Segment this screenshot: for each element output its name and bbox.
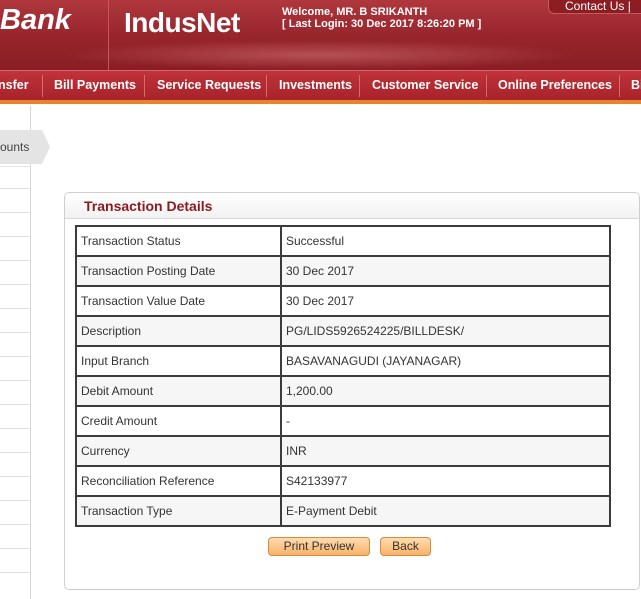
last-login-text: [ Last Login: 30 Dec 2017 8:26:20 PM ] xyxy=(282,18,482,30)
row-label: Transaction Value Date xyxy=(75,285,282,317)
row-value: 30 Dec 2017 xyxy=(280,285,611,317)
sidebar-divider xyxy=(0,260,31,261)
nav-item-bill-payments[interactable]: Bill Payments xyxy=(54,71,136,100)
sidebar-divider xyxy=(0,380,31,381)
nav-item-transfer[interactable]: nsfer xyxy=(0,71,29,100)
nav-divider xyxy=(619,75,620,97)
row-label: Currency xyxy=(75,435,282,467)
header-glow xyxy=(60,40,580,70)
sidebar-divider xyxy=(0,404,31,405)
table-row: Transaction Posting Date 30 Dec 2017 xyxy=(75,255,611,287)
nav-item-service-requests[interactable]: Service Requests xyxy=(157,71,261,100)
nav-item-online-preferences[interactable]: Online Preferences xyxy=(498,71,612,100)
sidebar-divider xyxy=(0,572,31,573)
transaction-details-panel: Transaction Details Transaction Status S… xyxy=(64,192,640,590)
row-value: BASAVANAGUDI (JAYANAGAR) xyxy=(280,345,611,377)
row-label: Debit Amount xyxy=(75,375,282,407)
table-row: Input Branch BASAVANAGUDI (JAYANAGAR) xyxy=(75,345,611,377)
table-row: Transaction Type E-Payment Debit xyxy=(75,495,611,527)
main-nav: nsfer Bill Payments Service Requests Inv… xyxy=(0,70,641,104)
sidebar-divider xyxy=(0,308,31,309)
nav-underline xyxy=(0,100,641,104)
sidebar-divider xyxy=(0,166,31,167)
table-row: Transaction Status Successful xyxy=(75,225,611,257)
table-row: Debit Amount 1,200.00 xyxy=(75,375,611,407)
table-row: Credit Amount - xyxy=(75,405,611,437)
sidebar-divider xyxy=(0,188,31,189)
table-row: Description PG/LIDS5926524225/BILLDESK/ xyxy=(75,315,611,347)
welcome-text: Welcome, MR. B SRIKANTH xyxy=(282,6,428,18)
row-label: Description xyxy=(75,315,282,347)
back-button[interactable]: Back xyxy=(380,537,431,556)
row-value: S42133977 xyxy=(280,465,611,497)
transaction-details-table: Transaction Status Successful Transactio… xyxy=(75,225,611,527)
nav-item-investments[interactable]: Investments xyxy=(279,71,352,100)
sidebar-divider xyxy=(0,284,31,285)
row-label: Transaction Type xyxy=(75,495,282,527)
left-sidebar xyxy=(0,106,31,599)
row-label: Input Branch xyxy=(75,345,282,377)
row-value: Successful xyxy=(280,225,611,257)
panel-title: Transaction Details xyxy=(84,198,213,214)
table-row: Reconciliation Reference S42133977 xyxy=(75,465,611,497)
row-value: E-Payment Debit xyxy=(280,495,611,527)
table-row: Transaction Value Date 30 Dec 2017 xyxy=(75,285,611,317)
row-value: - xyxy=(280,405,611,437)
nav-divider xyxy=(359,75,360,97)
sidebar-divider xyxy=(0,548,31,549)
header-divider xyxy=(108,0,109,70)
table-row: Currency INR xyxy=(75,435,611,467)
sidebar-divider xyxy=(0,212,31,213)
nav-divider xyxy=(486,75,487,97)
panel-header: Transaction Details xyxy=(65,193,639,219)
nav-divider xyxy=(266,75,267,97)
sidebar-divider xyxy=(0,452,31,453)
row-label: Transaction Posting Date xyxy=(75,255,282,287)
welcome-block: Welcome, MR. B SRIKANTH [ Last Login: 30… xyxy=(282,6,481,30)
nav-item-more[interactable]: Bi xyxy=(631,71,641,100)
row-value: INR xyxy=(280,435,611,467)
nav-divider xyxy=(42,75,43,97)
sidebar-divider xyxy=(0,428,31,429)
sidebar-divider xyxy=(0,236,31,237)
sidebar-divider xyxy=(0,500,31,501)
row-label: Reconciliation Reference xyxy=(75,465,282,497)
sidebar-divider xyxy=(0,476,31,477)
row-label: Credit Amount xyxy=(75,405,282,437)
row-label: Transaction Status xyxy=(75,225,282,257)
contact-us-link[interactable]: Contact Us | xyxy=(548,0,641,14)
site-header: Bank IndusNet Welcome, MR. B SRIKANTH [ … xyxy=(0,0,641,70)
sidebar-tab-accounts[interactable]: ounts xyxy=(0,130,50,164)
sidebar-divider xyxy=(0,356,31,357)
sidebar-divider xyxy=(0,332,31,333)
row-value: 30 Dec 2017 xyxy=(280,255,611,287)
nav-item-customer-service[interactable]: Customer Service xyxy=(372,71,478,100)
print-preview-button[interactable]: Print Preview xyxy=(268,537,370,556)
row-value: 1,200.00 xyxy=(280,375,611,407)
sidebar-divider xyxy=(0,524,31,525)
bank-logo[interactable]: Bank xyxy=(0,4,71,37)
nav-divider xyxy=(144,75,145,97)
indusnet-logo: IndusNet xyxy=(124,7,240,38)
row-value: PG/LIDS5926524225/BILLDESK/ xyxy=(280,315,611,347)
